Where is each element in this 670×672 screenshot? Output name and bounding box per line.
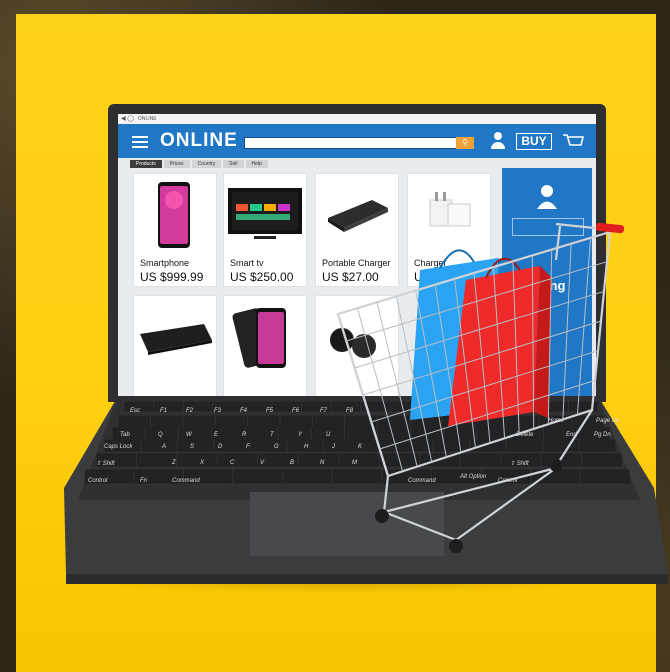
shopping-cart-illustration	[336, 222, 625, 553]
cart-handle-grip	[595, 222, 625, 234]
